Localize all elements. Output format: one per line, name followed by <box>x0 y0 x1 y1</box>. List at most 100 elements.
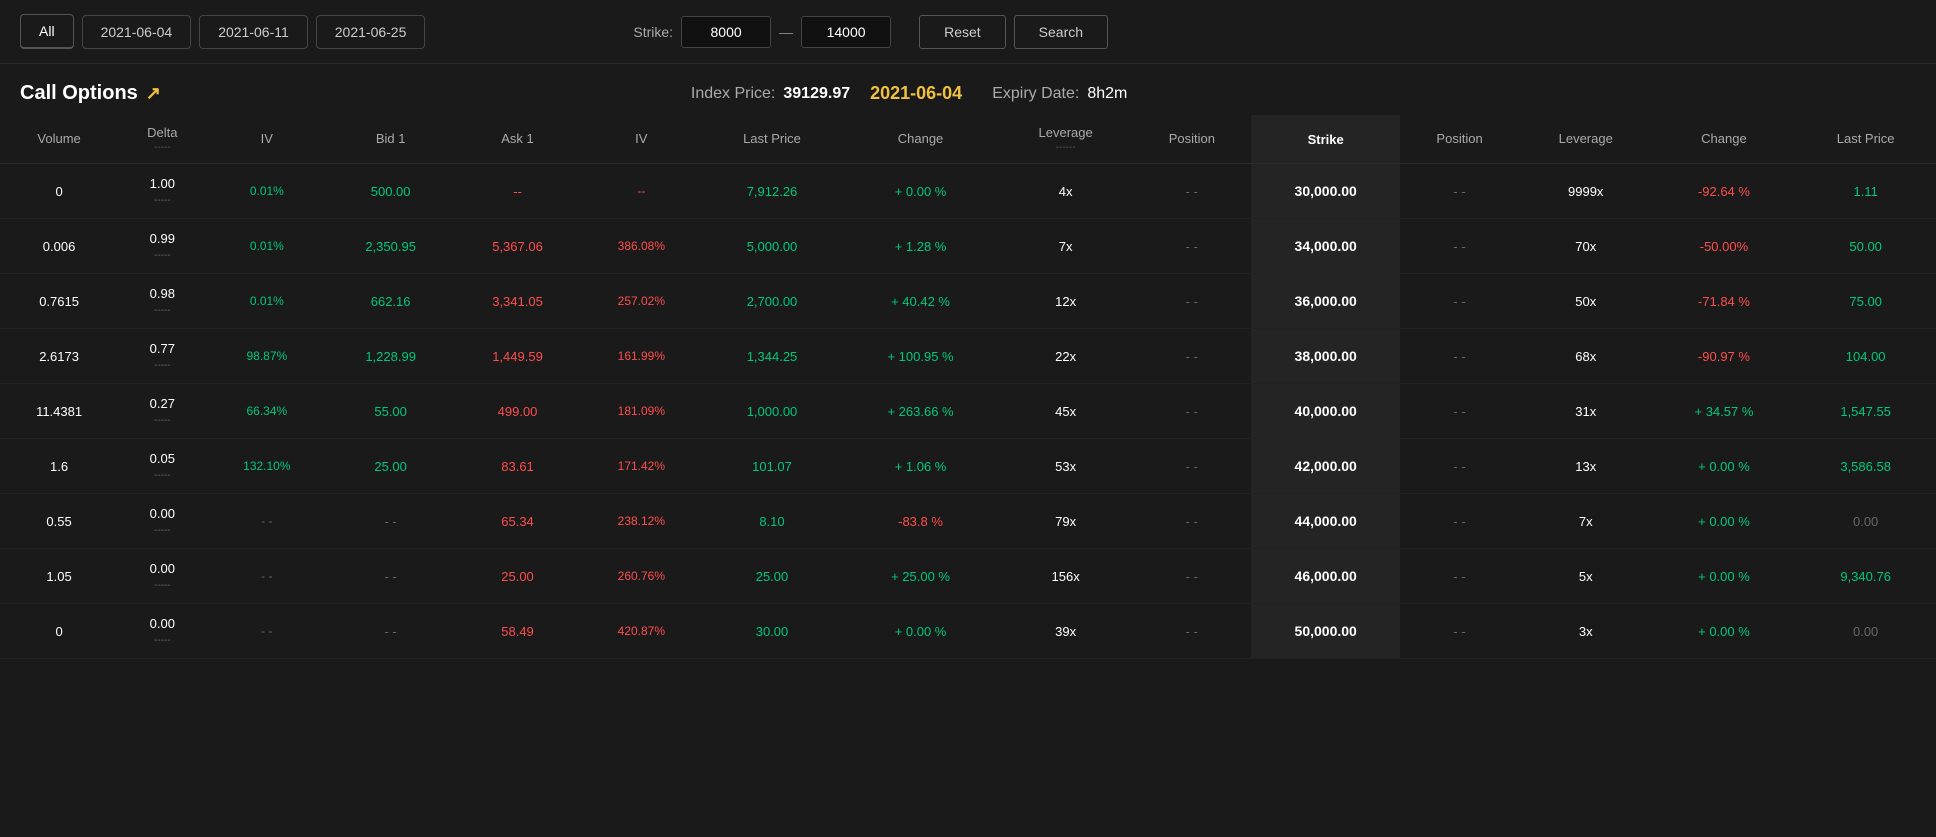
index-price-label: Index Price: <box>691 85 775 103</box>
cell-iv-right: -- <box>581 164 702 219</box>
cell-position-right: - - <box>1400 384 1519 439</box>
search-button[interactable]: Search <box>1014 15 1108 49</box>
cell-change-right: -71.84 % <box>1653 274 1796 329</box>
cell-position-right: - - <box>1400 439 1519 494</box>
cell-last-price-right: 9,340.76 <box>1795 549 1936 604</box>
cell-leverage-right: 68x <box>1519 329 1653 384</box>
cell-iv-left: 0.01% <box>206 219 327 274</box>
cell-leverage-left: 22x <box>999 329 1133 384</box>
cell-change-right: + 0.00 % <box>1653 549 1796 604</box>
table-body: 0 1.00 ----- 0.01% 500.00 -- -- 7,912.26… <box>0 164 1936 659</box>
cell-position-right: - - <box>1400 274 1519 329</box>
cell-last-price-right: 50.00 <box>1795 219 1936 274</box>
cell-strike: 40,000.00 <box>1251 384 1400 439</box>
table-row: 0 1.00 ----- 0.01% 500.00 -- -- 7,912.26… <box>0 164 1936 219</box>
tab-all[interactable]: All <box>20 14 74 49</box>
top-bar: All 2021-06-04 2021-06-11 2021-06-25 Str… <box>0 0 1936 64</box>
cell-change-right: + 0.00 % <box>1653 439 1796 494</box>
cell-position-left: - - <box>1133 164 1252 219</box>
cell-volume: 0 <box>0 164 118 219</box>
cell-last-price-left: 1,000.00 <box>702 384 843 439</box>
cell-leverage-right: 9999x <box>1519 164 1653 219</box>
cell-leverage-left: 4x <box>999 164 1133 219</box>
cell-leverage-left: 39x <box>999 604 1133 659</box>
cell-bid1: 2,350.95 <box>327 219 454 274</box>
cell-change-left: + 40.42 % <box>842 274 998 329</box>
cell-iv-right: 171.42% <box>581 439 702 494</box>
cell-last-price-left: 25.00 <box>702 549 843 604</box>
table-row: 2.6173 0.77 ----- 98.87% 1,228.99 1,449.… <box>0 329 1936 384</box>
cell-bid1: 55.00 <box>327 384 454 439</box>
tab-2021-06-04[interactable]: 2021-06-04 <box>82 15 192 49</box>
expiry-label: Expiry Date: <box>992 85 1079 103</box>
cell-position-left: - - <box>1133 604 1252 659</box>
cell-bid1: 662.16 <box>327 274 454 329</box>
strike-label: Strike: <box>633 24 673 40</box>
cell-volume: 0 <box>0 604 118 659</box>
cell-strike: 38,000.00 <box>1251 329 1400 384</box>
table-row: 1.6 0.05 ----- 132.10% 25.00 83.61 171.4… <box>0 439 1936 494</box>
cell-position-left: - - <box>1133 219 1252 274</box>
strike-dash: — <box>779 24 793 40</box>
col-strike: Strike <box>1251 115 1400 164</box>
strike-min-input[interactable] <box>681 16 771 48</box>
col-last-price-right: Last Price <box>1795 115 1936 164</box>
cell-iv-left: 98.87% <box>206 329 327 384</box>
cell-ask1: 25.00 <box>454 549 581 604</box>
cell-ask1: 3,341.05 <box>454 274 581 329</box>
col-change-left: Change <box>842 115 998 164</box>
cell-strike: 44,000.00 <box>1251 494 1400 549</box>
col-delta: Delta----- <box>118 115 206 164</box>
cell-position-left: - - <box>1133 439 1252 494</box>
cell-position-right: - - <box>1400 494 1519 549</box>
options-table-container: Volume Delta----- IV Bid 1 Ask 1 IV Last… <box>0 115 1936 659</box>
cell-change-right: -92.64 % <box>1653 164 1796 219</box>
cell-delta: 0.27 ----- <box>118 384 206 439</box>
cell-volume: 1.6 <box>0 439 118 494</box>
col-leverage-left: Leverage------ <box>999 115 1133 164</box>
cell-delta: 0.00 ----- <box>118 494 206 549</box>
table-row: 1.05 0.00 ----- - - - - 25.00 260.76% 25… <box>0 549 1936 604</box>
cell-ask1: 58.49 <box>454 604 581 659</box>
cell-leverage-left: 7x <box>999 219 1133 274</box>
cell-leverage-right: 5x <box>1519 549 1653 604</box>
arrow-icon: ↗ <box>146 83 161 104</box>
cell-volume: 0.7615 <box>0 274 118 329</box>
cell-last-price-right: 1,547.55 <box>1795 384 1936 439</box>
cell-change-left: + 25.00 % <box>842 549 998 604</box>
cell-strike: 50,000.00 <box>1251 604 1400 659</box>
options-table: Volume Delta----- IV Bid 1 Ask 1 IV Last… <box>0 115 1936 659</box>
cell-iv-left: - - <box>206 494 327 549</box>
cell-change-left: + 0.00 % <box>842 604 998 659</box>
index-price-value: 39129.97 <box>783 85 850 103</box>
cell-last-price-right: 75.00 <box>1795 274 1936 329</box>
cell-last-price-right: 3,586.58 <box>1795 439 1936 494</box>
cell-position-right: - - <box>1400 329 1519 384</box>
tab-2021-06-11[interactable]: 2021-06-11 <box>199 15 308 49</box>
cell-volume: 11.4381 <box>0 384 118 439</box>
cell-bid1: - - <box>327 549 454 604</box>
cell-delta: 0.00 ----- <box>118 604 206 659</box>
strike-max-input[interactable] <box>801 16 891 48</box>
cell-last-price-left: 101.07 <box>702 439 843 494</box>
cell-last-price-left: 7,912.26 <box>702 164 843 219</box>
expiry-date-highlight: 2021-06-04 <box>870 83 962 104</box>
cell-ask1: 65.34 <box>454 494 581 549</box>
cell-position-left: - - <box>1133 494 1252 549</box>
cell-strike: 34,000.00 <box>1251 219 1400 274</box>
section-title-text: Call Options <box>20 82 138 105</box>
cell-leverage-left: 79x <box>999 494 1133 549</box>
cell-iv-right: 386.08% <box>581 219 702 274</box>
cell-last-price-left: 30.00 <box>702 604 843 659</box>
cell-last-price-right: 1.11 <box>1795 164 1936 219</box>
cell-change-right: + 34.57 % <box>1653 384 1796 439</box>
cell-volume: 2.6173 <box>0 329 118 384</box>
reset-button[interactable]: Reset <box>919 15 1006 49</box>
cell-last-price-left: 8.10 <box>702 494 843 549</box>
cell-leverage-right: 31x <box>1519 384 1653 439</box>
cell-leverage-left: 156x <box>999 549 1133 604</box>
cell-iv-left: 66.34% <box>206 384 327 439</box>
cell-change-left: + 1.06 % <box>842 439 998 494</box>
tab-2021-06-25[interactable]: 2021-06-25 <box>316 15 426 49</box>
cell-position-left: - - <box>1133 329 1252 384</box>
